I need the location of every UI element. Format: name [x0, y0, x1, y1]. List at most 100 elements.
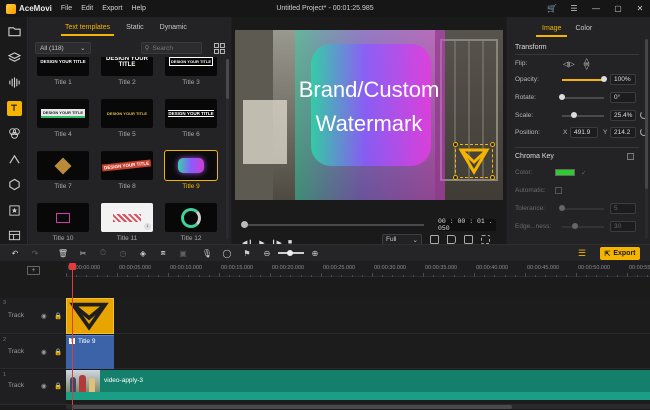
freeze-frame-icon[interactable]: ▣	[178, 248, 188, 258]
menu-file[interactable]: File	[61, 5, 72, 12]
timeline-ruler[interactable]: 00:00:00.000 00:00:05.000 00:00:10.000 00:0…	[66, 261, 650, 277]
timeline-zoom-slider[interactable]	[278, 250, 304, 255]
position-x-input[interactable]: 491.9	[570, 127, 598, 138]
zoom-in-icon[interactable]: ⊕	[310, 248, 320, 258]
properties-scrollbar[interactable]	[645, 39, 648, 239]
tab-image[interactable]: Image	[535, 25, 569, 37]
rail-text[interactable]	[0, 96, 28, 122]
crop-icon[interactable]: ⧈	[158, 248, 168, 258]
chroma-color-swatch[interactable]	[555, 169, 575, 176]
rail-layers[interactable]	[0, 45, 28, 71]
opacity-slider-knob[interactable]	[601, 76, 607, 82]
rail-audio[interactable]	[0, 70, 28, 96]
lock-icon[interactable]: 🔒	[54, 348, 62, 356]
edge-value[interactable]: 30	[610, 221, 636, 232]
settings-sliders-icon[interactable]: ☰	[576, 248, 588, 259]
eye-icon[interactable]: ◉	[41, 348, 47, 356]
redo-icon[interactable]: ↷	[30, 248, 40, 258]
template-tile[interactable]: DESIGN YOUR TITLE Title 5	[101, 99, 153, 138]
scale-value[interactable]: 25.4%	[610, 110, 636, 121]
track-lane[interactable]	[66, 298, 650, 334]
scrubber-knob[interactable]	[241, 221, 248, 228]
title-clip[interactable]: T Title 9	[66, 335, 114, 369]
close-icon[interactable]: ✕	[634, 3, 646, 15]
resize-handle[interactable]	[453, 142, 458, 147]
volume-icon[interactable]	[447, 235, 456, 244]
automatic-checkbox[interactable]	[555, 187, 562, 194]
edge-slider-knob[interactable]	[572, 223, 578, 229]
menu-help[interactable]: Help	[131, 5, 145, 12]
template-tile[interactable]: DESIGN YOUR TITLE Title 8	[101, 151, 153, 190]
export-button[interactable]: ⇱ Export	[600, 247, 640, 260]
opacity-value[interactable]: 100%	[610, 74, 636, 85]
speed-icon[interactable]: ⏱	[98, 248, 108, 258]
template-tile[interactable]: Title 10	[37, 203, 89, 242]
tolerance-slider-knob[interactable]	[559, 205, 565, 211]
resize-handle[interactable]	[453, 175, 458, 180]
snapshot-icon[interactable]	[430, 235, 439, 244]
rail-transitions[interactable]	[0, 147, 28, 173]
template-tile[interactable]: DESIGN YOUR TITLE Title 3	[165, 57, 217, 86]
watermark-clip[interactable]	[66, 298, 114, 334]
zoom-out-icon[interactable]: ⊖	[262, 248, 272, 258]
video-preview[interactable]: Brand/Custom Watermark	[235, 30, 503, 200]
rotate-value[interactable]: 0°	[610, 92, 636, 103]
timeline-scrollbar[interactable]	[66, 405, 650, 409]
lock-icon[interactable]: 🔒	[54, 382, 62, 390]
search-input[interactable]: ⚲ Search	[140, 42, 203, 54]
edge-slider[interactable]	[562, 223, 604, 229]
chroma-key-checkbox[interactable]	[627, 153, 634, 160]
position-y-input[interactable]: 214.2	[610, 127, 636, 138]
add-track-button[interactable]: +	[27, 266, 40, 275]
template-tile[interactable]: DESIGN YOUR TITLE Title 2	[101, 57, 153, 86]
track-lane[interactable]	[66, 335, 650, 369]
scale-slider-knob[interactable]	[571, 112, 577, 118]
tab-dynamic[interactable]: Dynamic	[152, 24, 195, 36]
template-tile[interactable]: Title 7	[37, 151, 89, 190]
scale-slider[interactable]	[562, 112, 604, 118]
fullscreen-icon[interactable]	[481, 235, 490, 244]
playhead[interactable]	[69, 263, 76, 410]
eye-icon[interactable]: ◉	[41, 382, 47, 390]
template-tile[interactable]: ↓ Title 11	[101, 203, 153, 242]
download-icon[interactable]: ↓	[144, 223, 151, 230]
cart-icon[interactable]: 🛒	[546, 3, 558, 15]
rail-elements[interactable]	[0, 198, 28, 224]
watermark-logo-selection[interactable]	[453, 142, 495, 180]
rotate-slider[interactable]	[559, 94, 604, 100]
resize-handle[interactable]	[490, 175, 495, 180]
resize-handle[interactable]	[490, 142, 495, 147]
flip-vertical-icon[interactable]: ◁|▷	[583, 58, 591, 70]
split-icon[interactable]: ✂	[78, 248, 88, 258]
minimize-icon[interactable]: —	[590, 3, 602, 15]
template-tile[interactable]: DESIGN YOUR TITLE Title 4	[37, 99, 89, 138]
flip-horizontal-icon[interactable]: ◁|▷	[563, 60, 575, 68]
maximize-icon[interactable]: ▢	[612, 3, 624, 15]
opacity-slider[interactable]	[562, 76, 607, 82]
tab-static[interactable]: Static	[118, 24, 152, 36]
video-clip[interactable]: video-apply-3	[66, 370, 650, 400]
template-tile[interactable]: DESIGN YOUR TITLE Title 6	[165, 99, 217, 138]
pip-icon[interactable]	[464, 235, 473, 244]
eye-icon[interactable]: ◉	[41, 312, 47, 320]
lock-icon[interactable]: 🔒	[54, 312, 62, 320]
keyframe-icon[interactable]: ◈	[138, 248, 148, 258]
marker-icon[interactable]: ⚑	[242, 248, 252, 258]
tolerance-slider[interactable]	[559, 205, 604, 211]
category-filter-select[interactable]: All (118) ⌄	[35, 42, 91, 54]
tolerance-value[interactable]: 5	[610, 203, 636, 214]
template-tile[interactable]: DESIGN YOUR TITLE Title 1	[37, 57, 89, 86]
delete-icon[interactable]: 🗑	[58, 248, 68, 258]
undo-icon[interactable]: ↶	[10, 248, 20, 258]
template-tile[interactable]: Title 12	[165, 203, 217, 242]
template-tile-selected[interactable]: Title 9	[164, 150, 218, 190]
shield-icon[interactable]: ◯	[222, 248, 232, 258]
rotate-slider-knob[interactable]	[559, 94, 565, 100]
menu-icon[interactable]: ☰	[568, 3, 580, 15]
microphone-icon[interactable]: 🎙	[202, 248, 212, 258]
rail-folder[interactable]	[0, 19, 28, 45]
tab-color[interactable]: Color	[575, 25, 592, 37]
grid-view-icon[interactable]	[214, 42, 225, 54]
menu-export[interactable]: Export	[102, 5, 122, 12]
rail-filters[interactable]	[0, 121, 28, 147]
